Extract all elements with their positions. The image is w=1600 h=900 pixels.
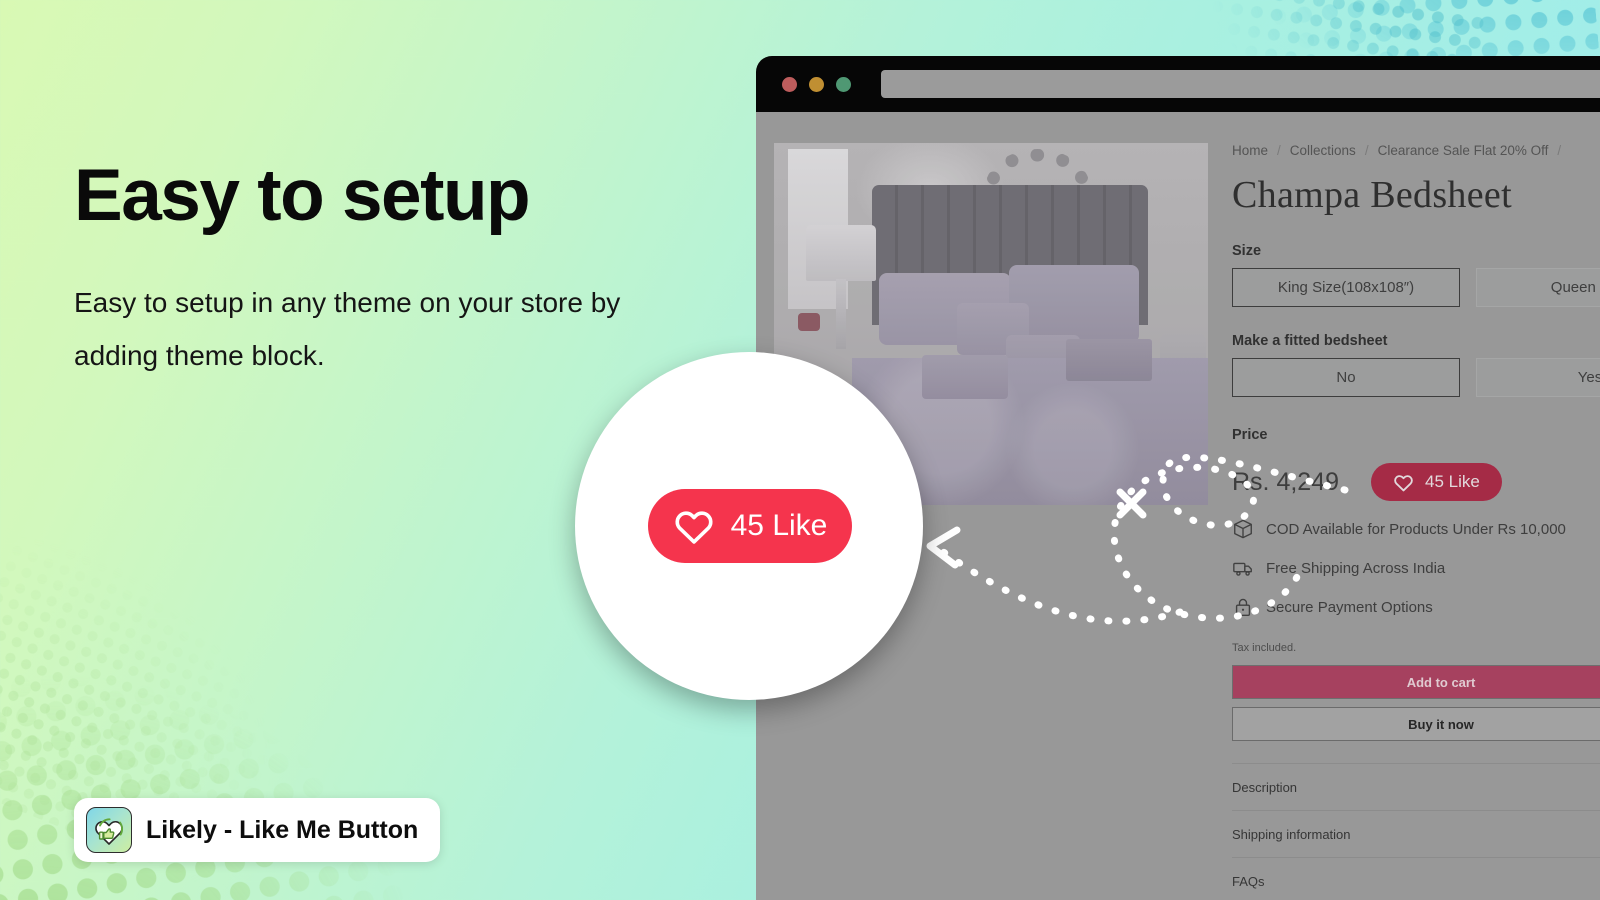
heart-icon: [1394, 474, 1413, 491]
option-group-size: King Size(108x108″) Queen Size: [1232, 268, 1600, 307]
lamp-stem-decor: [836, 279, 846, 349]
feature-cod: COD Available for Products Under Rs 10,0…: [1232, 518, 1600, 540]
app-badge-label: Likely - Like Me Button: [146, 815, 419, 844]
breadcrumb: Home / Collections / Clearance Sale Flat…: [1232, 143, 1600, 158]
feature-secure-payment-text: Secure Payment Options: [1266, 598, 1433, 616]
page-subtitle: Easy to setup in any theme on your store…: [74, 287, 621, 372]
product-accordion: Description Shipping information FAQs: [1232, 763, 1600, 900]
option-fitted-yes[interactable]: Yes: [1476, 358, 1600, 397]
lamp-shade-decor: [806, 225, 876, 281]
option-group-fitted: No Yes: [1232, 358, 1600, 397]
accordion-item-faqs[interactable]: FAQs: [1232, 858, 1600, 900]
breadcrumb-separator: /: [1277, 143, 1281, 158]
app-badge: Likely - Like Me Button: [74, 798, 441, 862]
feature-secure-payment: Secure Payment Options: [1232, 596, 1600, 618]
breadcrumb-separator: /: [1557, 143, 1562, 158]
feature-shipping-text: Free Shipping Across India: [1266, 559, 1446, 577]
plant-decor: [798, 313, 820, 331]
breadcrumb-item-collections[interactable]: Collections: [1290, 143, 1356, 158]
like-button-magnified[interactable]: 45 Like: [648, 489, 852, 563]
add-to-cart-button[interactable]: Add to cart: [1232, 665, 1600, 699]
option-size-queen[interactable]: Queen Size: [1476, 268, 1600, 307]
like-button[interactable]: 45 Like: [1371, 463, 1502, 501]
close-window-dot[interactable]: [782, 76, 797, 92]
option-size-king[interactable]: King Size(108x108″): [1232, 268, 1460, 307]
product-title: Champa Bedsheet: [1232, 174, 1512, 216]
product-details-column: Home / Collections / Clearance Sale Flat…: [1232, 143, 1600, 900]
accordion-item-description[interactable]: Description: [1232, 763, 1600, 811]
like-count-label: 45 Like: [730, 509, 828, 542]
option-label-fitted: Make a fitted bedsheet: [1232, 333, 1388, 349]
page-title: Easy to setup: [74, 155, 531, 236]
feature-cod-text: COD Available for Products Under Rs 10,0…: [1266, 520, 1566, 538]
heart-thumbsup-icon: [86, 807, 132, 853]
option-fitted-no[interactable]: No: [1232, 358, 1460, 397]
folded-linen-decor: [1066, 339, 1152, 381]
breadcrumb-separator: /: [1364, 143, 1369, 158]
magnifier-callout: 45 Like: [575, 352, 923, 700]
breadcrumb-item-home[interactable]: Home: [1232, 143, 1268, 158]
price-value: Rs. 4,249: [1232, 467, 1340, 496]
price-label: Price: [1232, 427, 1268, 443]
heart-icon: [675, 511, 713, 544]
lock-icon: [1235, 598, 1251, 616]
option-label-size: Size: [1232, 243, 1262, 259]
minimize-window-dot[interactable]: [809, 76, 824, 92]
accordion-item-shipping[interactable]: Shipping information: [1232, 811, 1600, 858]
feature-shipping: Free Shipping Across India: [1232, 557, 1600, 579]
url-bar[interactable]: [881, 70, 1600, 98]
buy-it-now-button[interactable]: Buy it now: [1232, 707, 1600, 741]
price-row: Rs. 4,249 45 Like: [1232, 463, 1600, 501]
browser-titlebar: [756, 56, 1600, 112]
box-icon: [1234, 519, 1252, 539]
truck-icon: [1233, 562, 1252, 576]
cushion-decor: [922, 355, 1008, 399]
maximize-window-dot[interactable]: [836, 76, 851, 92]
breadcrumb-item-clearance[interactable]: Clearance Sale Flat 20% Off: [1378, 143, 1549, 158]
like-count-label: 45 Like: [1425, 472, 1480, 491]
tax-note: Tax included.: [1232, 642, 1297, 654]
